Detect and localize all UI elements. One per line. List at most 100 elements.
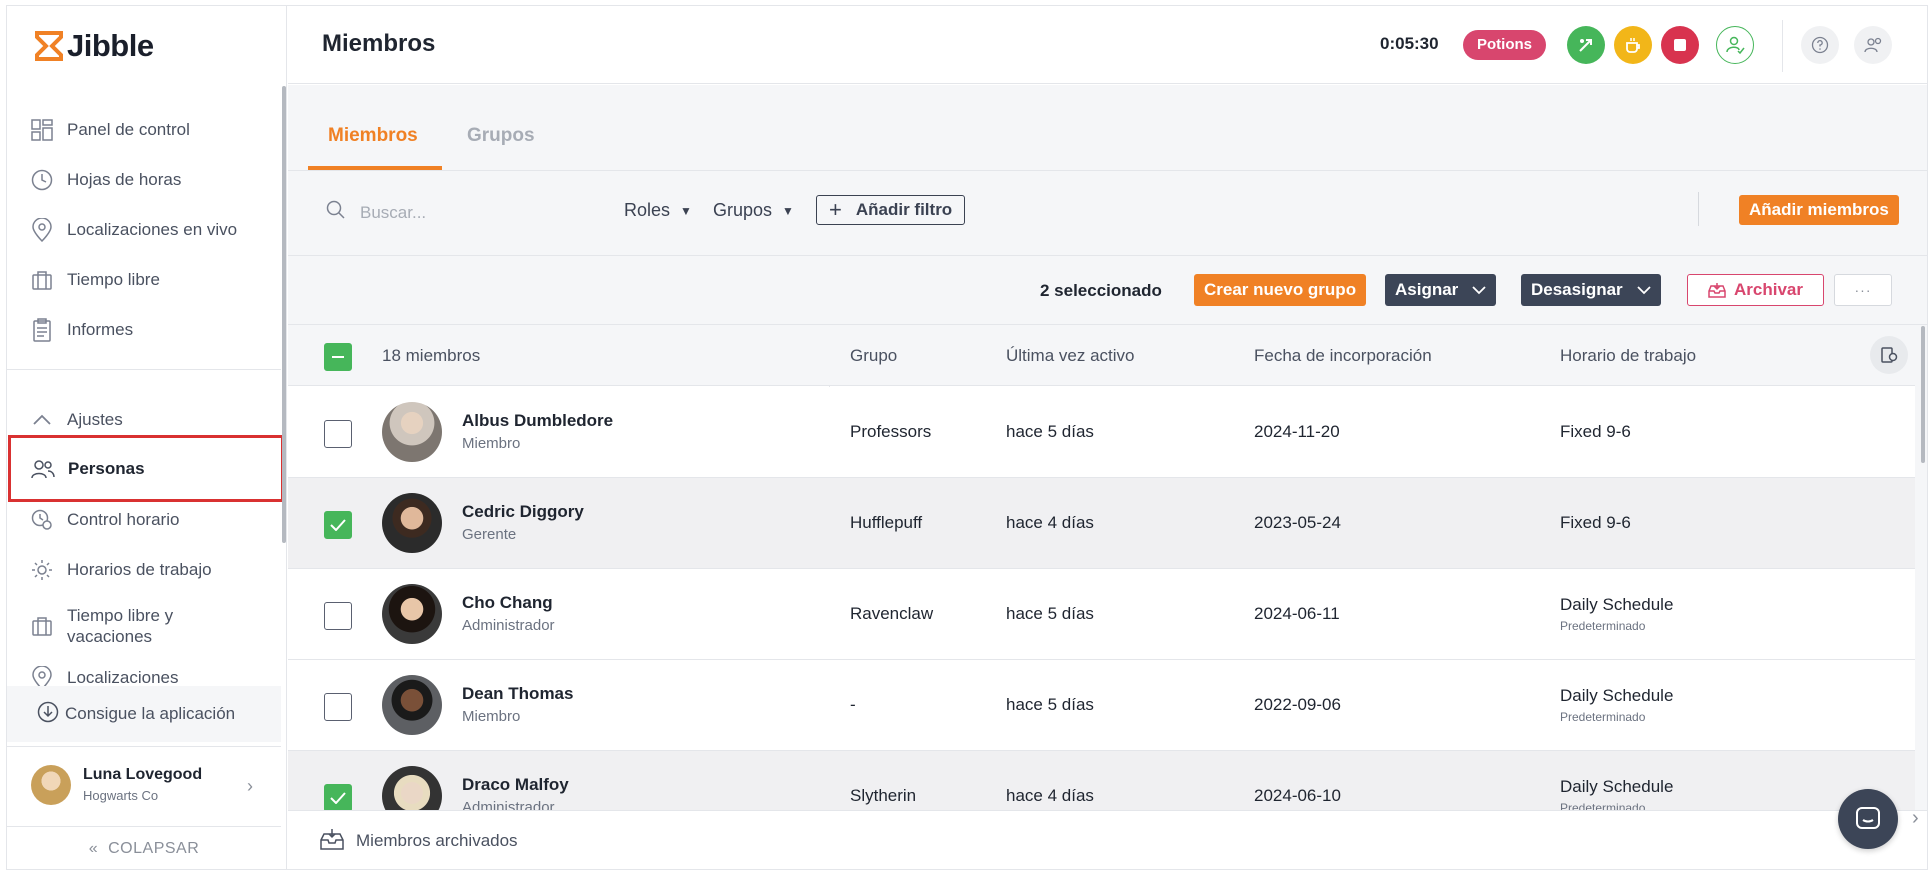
- sidebar-item-time-off[interactable]: Tiempo libre: [7, 260, 281, 300]
- table-row[interactable]: Albus Dumbledore Miembro Professors hace…: [288, 387, 1915, 478]
- sidebar-item-live-locations[interactable]: Localizaciones en vivo: [7, 210, 281, 250]
- archive-button[interactable]: Archivar: [1687, 274, 1824, 306]
- member-last-active: hace 5 días: [1006, 604, 1094, 623]
- member-count: 18 miembros: [382, 346, 481, 365]
- chevron-down-icon: [1472, 285, 1486, 294]
- member-name[interactable]: Cho Chang: [462, 593, 553, 613]
- user-profile[interactable]: Luna Lovegood Hogwarts Co ›: [7, 746, 281, 822]
- member-join-date: 2023-05-24: [1254, 513, 1341, 532]
- member-role: Gerente: [462, 526, 517, 543]
- member-role: Miembro: [462, 708, 521, 725]
- row-checkbox[interactable]: [324, 784, 352, 810]
- member-last-active: hace 4 días: [1006, 786, 1094, 805]
- column-header-join-date[interactable]: Fecha de incorporación: [1254, 346, 1432, 366]
- sidebar-item-label: Informes: [67, 320, 134, 339]
- more-actions-button[interactable]: ···: [1834, 274, 1892, 306]
- help-button[interactable]: [1801, 26, 1839, 64]
- member-name[interactable]: Draco Malfoy: [462, 775, 569, 795]
- add-members-button[interactable]: Añadir miembros: [1739, 195, 1899, 225]
- stop-button[interactable]: [1661, 26, 1699, 64]
- row-checkbox[interactable]: [324, 420, 352, 448]
- select-all-checkbox[interactable]: [324, 343, 352, 371]
- assign-button[interactable]: Asignar: [1385, 274, 1497, 306]
- sidebar-item-label: Control horario: [67, 510, 180, 529]
- dashboard-icon: [29, 117, 55, 143]
- avatar: [382, 584, 442, 644]
- chevron-right-icon[interactable]: ›: [1912, 807, 1919, 830]
- column-header-work-schedule[interactable]: Horario de trabajo: [1560, 346, 1696, 366]
- archive-icon: [1708, 283, 1726, 298]
- search-input[interactable]: Buscar...: [360, 203, 426, 223]
- switch-icon: [1579, 39, 1592, 52]
- member-join-date: 2022-09-06: [1254, 695, 1341, 714]
- sidebar-scrollbar[interactable]: [282, 86, 286, 543]
- organization-button[interactable]: [1854, 26, 1892, 64]
- minus-icon: [332, 356, 344, 358]
- clock-in-member-button[interactable]: [1716, 26, 1754, 64]
- column-settings-button[interactable]: [1870, 336, 1908, 374]
- sidebar-settings-toggle[interactable]: Ajustes: [7, 400, 281, 440]
- sidebar-item-work-schedules[interactable]: Horarios de trabajo: [7, 550, 281, 590]
- member-name[interactable]: Dean Thomas: [462, 684, 573, 704]
- member-group: Ravenclaw: [850, 604, 934, 623]
- sidebar-item-people[interactable]: Personas: [8, 435, 284, 502]
- table-scrollbar[interactable]: [1921, 326, 1925, 463]
- member-schedule-default: Predeterminado: [1560, 619, 1646, 633]
- avatar: [382, 493, 442, 553]
- row-checkbox[interactable]: [324, 602, 352, 630]
- break-button[interactable]: [1614, 26, 1652, 64]
- row-checkbox[interactable]: [324, 511, 352, 539]
- sidebar-item-label: Hojas de horas: [67, 170, 182, 189]
- member-group: Slytherin: [850, 786, 917, 805]
- table-row[interactable]: Draco Malfoy Administrador Slytherin hac…: [288, 751, 1915, 810]
- sidebar-item-time-tracking[interactable]: Control horario: [7, 500, 281, 540]
- member-schedule: Fixed 9-6: [1560, 422, 1631, 441]
- sidebar-item-reports[interactable]: Informes: [7, 310, 281, 350]
- create-group-button[interactable]: Crear nuevo grupo: [1194, 274, 1367, 306]
- report-icon: [29, 317, 55, 343]
- sidebar-item-label: Panel de control: [67, 120, 190, 139]
- sidebar-item-time-off-vacations[interactable]: Tiempo libre y vacaciones: [7, 603, 281, 649]
- tab-members[interactable]: Miembros: [328, 125, 418, 147]
- groups-dropdown[interactable]: Grupos ▼: [713, 200, 794, 221]
- get-app-button[interactable]: Consigue la aplicación: [7, 686, 281, 742]
- avatar: [31, 764, 71, 805]
- member-name[interactable]: Albus Dumbledore: [462, 411, 613, 431]
- collapse-label: COLAPSAR: [108, 840, 200, 857]
- archived-members-footer[interactable]: Miembros archivados: [288, 810, 1927, 869]
- chat-support-button[interactable]: [1838, 789, 1898, 849]
- switch-activity-button[interactable]: [1567, 26, 1605, 64]
- roles-label: Roles: [624, 200, 671, 220]
- coffee-icon: [1626, 38, 1640, 53]
- table-row[interactable]: Dean Thomas Miembro - hace 5 días 2022-0…: [288, 660, 1915, 751]
- caret-down-icon: ▼: [680, 203, 692, 218]
- suitcase-icon: [29, 267, 55, 293]
- column-header-group[interactable]: Grupo: [850, 346, 897, 366]
- search-box[interactable]: Buscar...: [326, 200, 426, 225]
- unassign-label: Desasignar: [1531, 280, 1623, 299]
- row-checkbox[interactable]: [324, 693, 352, 721]
- member-name[interactable]: Cedric Diggory: [462, 502, 584, 522]
- roles-dropdown[interactable]: Roles ▼: [624, 200, 692, 221]
- clock-icon: [29, 167, 55, 193]
- member-schedule: Daily Schedule: [1560, 777, 1674, 796]
- member-role: Administrador: [462, 799, 555, 810]
- user-clock-icon: [1726, 36, 1745, 55]
- project-badge[interactable]: Potions: [1463, 30, 1546, 60]
- sidebar-divider: [7, 369, 281, 370]
- member-join-date: 2024-06-11: [1254, 604, 1340, 623]
- unassign-button[interactable]: Desasignar: [1521, 274, 1661, 306]
- member-group: Hufflepuff: [850, 513, 923, 532]
- add-filter-button[interactable]: + Añadir filtro: [816, 195, 966, 225]
- avatar: [382, 402, 442, 462]
- table-row[interactable]: Cho Chang Administrador Ravenclaw hace 5…: [288, 569, 1915, 660]
- column-header-last-active[interactable]: Última vez activo: [1006, 346, 1134, 366]
- collapse-sidebar-button[interactable]: « COLAPSAR: [7, 826, 281, 869]
- table-row[interactable]: Cedric Diggory Gerente Hufflepuff hace 4…: [288, 478, 1915, 569]
- sidebar-item-dashboard[interactable]: Panel de control: [7, 110, 281, 150]
- sidebar-item-timesheets[interactable]: Hojas de horas: [7, 160, 281, 200]
- archive-tray-icon: [320, 828, 344, 855]
- jibble-logo[interactable]: Jibble: [35, 28, 154, 64]
- tab-groups[interactable]: Grupos: [467, 125, 535, 147]
- member-role: Administrador: [462, 617, 555, 634]
